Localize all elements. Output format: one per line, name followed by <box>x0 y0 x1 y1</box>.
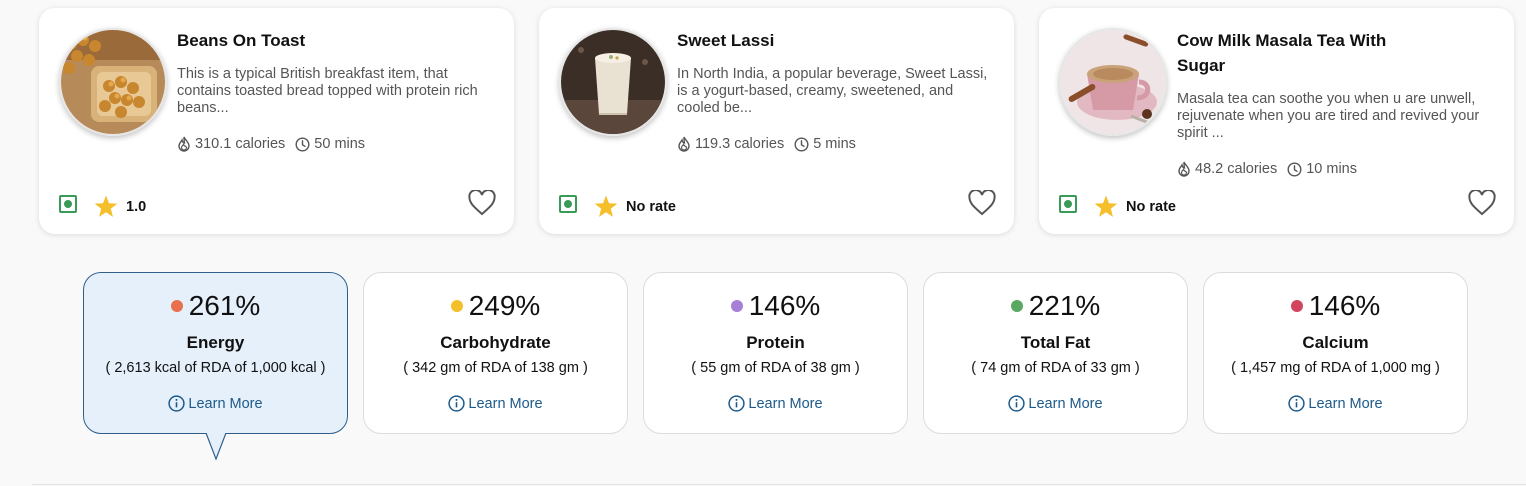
rating: No rate <box>1094 195 1176 218</box>
learn-more-label[interactable]: Learn More <box>468 396 542 412</box>
recipe-title[interactable]: Cow Milk Masala Tea With Sugar <box>1177 28 1427 78</box>
learn-more-link[interactable]: Learn More <box>168 395 263 412</box>
nutrient-name: Energy <box>186 333 245 352</box>
recipe-card[interactable]: Cow Milk Masala Tea With Sugar Masala te… <box>1039 8 1514 234</box>
nutrient-percent: 249% <box>364 289 627 323</box>
nutrient-color-dot <box>730 300 743 312</box>
divider <box>32 484 1526 485</box>
learn-more-label[interactable]: Learn More <box>188 396 262 412</box>
nutrient-name: Carbohydrate <box>440 333 551 352</box>
nutrient-detail: ( 2,613 kcal of RDA of 1,000 kcal ) <box>105 360 326 376</box>
nutrient-detail: ( 55 gm of RDA of 38 gm ) <box>691 360 860 376</box>
rating: No rate <box>594 195 676 218</box>
recipe-title[interactable]: Beans On Toast <box>177 28 492 53</box>
recipe-description: This is a typical British breakfast item… <box>177 66 478 116</box>
percent-value: 221% <box>1028 290 1101 321</box>
nutrient-card-calcium[interactable]: 146% Calcium ( 1,457 mg of RDA of 1,000 … <box>1203 272 1468 434</box>
info-icon <box>1288 395 1306 412</box>
learn-more-label[interactable]: Learn More <box>1028 396 1102 412</box>
nutrient-detail: ( 1,457 mg of RDA of 1,000 mg ) <box>1231 360 1440 376</box>
recipe-meta: 310.1 calories 50 mins <box>177 136 492 152</box>
nutrient-card-protein[interactable]: 146% Protein ( 55 gm of RDA of 38 gm ) L… <box>643 272 908 434</box>
nutrient-detail: ( 74 gm of RDA of 33 gm ) <box>971 360 1140 376</box>
clock-icon <box>1287 161 1302 177</box>
percent-value: 146% <box>1308 290 1381 321</box>
star-icon <box>94 195 118 217</box>
info-icon <box>448 395 466 412</box>
cook-time-value: 10 mins <box>1306 161 1357 177</box>
recipe-description: In North India, a popular beverage, Swee… <box>677 66 988 116</box>
calories-value: 48.2 calories <box>1195 161 1278 177</box>
recipe-description: Masala tea can soothe you when u are unw… <box>1177 91 1480 141</box>
info-icon <box>168 395 186 412</box>
flame-icon <box>1178 161 1190 177</box>
star-icon <box>1094 195 1118 217</box>
selected-pointer-icon <box>205 433 227 461</box>
star-icon <box>594 195 618 217</box>
nutrient-card-total-fat[interactable]: 221% Total Fat ( 74 gm of RDA of 33 gm )… <box>923 272 1188 434</box>
heart-icon[interactable] <box>468 190 496 216</box>
learn-more-label[interactable]: Learn More <box>1308 396 1382 412</box>
cook-time-value: 50 mins <box>314 136 366 152</box>
learn-more-link[interactable]: Learn More <box>728 395 823 412</box>
recipe-title[interactable]: Sweet Lassi <box>677 28 992 53</box>
learn-more-link[interactable]: Learn More <box>1008 395 1103 412</box>
clock-icon <box>295 136 310 152</box>
nutrient-name: Calcium <box>1302 333 1369 352</box>
percent-value: 249% <box>468 290 541 321</box>
recipe-meta: 48.2 calories 10 mins <box>1177 161 1492 177</box>
nutrient-color-dot <box>1290 300 1303 312</box>
masala-tea-photo <box>1059 28 1167 136</box>
nutrient-percent: 146% <box>1204 289 1467 323</box>
nutrient-percent: 261% <box>84 289 347 323</box>
info-icon <box>1008 395 1026 412</box>
clock-icon <box>794 136 809 152</box>
nutrient-card-energy[interactable]: 261% Energy ( 2,613 kcal of RDA of 1,000… <box>83 272 348 434</box>
calories-value: 119.3 calories <box>695 136 785 152</box>
nutrient-percent: 146% <box>644 289 907 323</box>
nutrient-color-dot <box>450 300 463 312</box>
recipe-meta: 119.3 calories 5 mins <box>677 136 992 152</box>
nutrient-color-dot <box>170 300 183 312</box>
rating-value: 1.0 <box>126 198 147 215</box>
nutrient-color-dot <box>1010 300 1023 312</box>
cook-time-value: 5 mins <box>813 136 856 152</box>
recipe-card[interactable]: Sweet Lassi In North India, a popular be… <box>539 8 1014 234</box>
heart-icon[interactable] <box>968 190 996 216</box>
nutrient-name: Total Fat <box>1020 333 1091 352</box>
nutrient-name: Protein <box>746 333 805 352</box>
veg-indicator-icon <box>59 195 77 213</box>
learn-more-link[interactable]: Learn More <box>1288 395 1383 412</box>
percent-value: 146% <box>748 290 821 321</box>
rating: 1.0 <box>94 195 146 218</box>
rating-value: No rate <box>1126 198 1176 215</box>
flame-icon <box>178 136 190 152</box>
veg-indicator-icon <box>1059 195 1077 213</box>
nutrient-card-carbohydrate[interactable]: 249% Carbohydrate ( 342 gm of RDA of 138… <box>363 272 628 434</box>
info-icon <box>728 395 746 412</box>
beans-on-toast-photo <box>59 28 167 136</box>
nutrient-percent: 221% <box>924 289 1187 323</box>
rating-value: No rate <box>626 198 676 215</box>
calories-value: 310.1 calories <box>195 136 286 152</box>
percent-value: 261% <box>188 290 261 321</box>
nutrient-detail: ( 342 gm of RDA of 138 gm ) <box>403 360 588 376</box>
learn-more-link[interactable]: Learn More <box>448 395 543 412</box>
recipe-card[interactable]: Beans On Toast This is a typical British… <box>39 8 514 234</box>
learn-more-label[interactable]: Learn More <box>748 396 822 412</box>
veg-indicator-icon <box>559 195 577 213</box>
flame-icon <box>678 136 690 152</box>
sweet-lassi-photo <box>559 28 667 136</box>
heart-icon[interactable] <box>1468 190 1496 216</box>
